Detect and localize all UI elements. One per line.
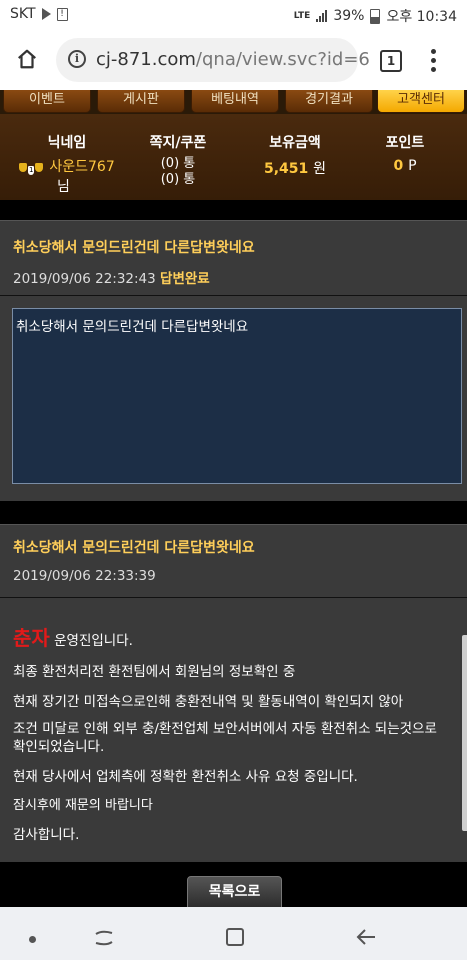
carrier-label: SKT xyxy=(10,6,36,22)
status-bar: SKT ! LTE 39% 오후 10:34 xyxy=(0,0,467,30)
battery-percent: 39% xyxy=(333,8,365,24)
points-label: 포인트 xyxy=(385,135,425,151)
message-label: 쪽지/쿠폰 xyxy=(149,135,207,151)
recent-apps-icon[interactable] xyxy=(92,927,116,949)
assistant-dot-icon[interactable] xyxy=(29,936,36,943)
system-nav-bar xyxy=(0,907,467,960)
balance-unit: 원 xyxy=(313,161,327,177)
spacer xyxy=(0,200,467,220)
brand-name: 춘자 xyxy=(13,626,50,650)
answer-title: 취소당해서 문의드린건데 다른답변왓네요 xyxy=(13,540,255,556)
nav-event[interactable]: 이벤트 xyxy=(3,90,91,113)
network-type: LTE xyxy=(293,10,311,21)
home-icon[interactable] xyxy=(16,48,38,70)
question-date: 2019/09/06 22:32:43 xyxy=(13,271,156,287)
answer-warning: 잠시후에 재문의 바랍니다 xyxy=(13,798,153,813)
nav-board[interactable]: 게시판 xyxy=(97,90,185,113)
message-count[interactable]: (0) 통 xyxy=(128,156,228,172)
account-panel: 닉네임 1 사운드767 님 쪽지/쿠폰 (0) 통 (0) 통 보유금액 5,… xyxy=(0,114,467,200)
address-bar[interactable]: i cj-871.com/qna/view.svc?id=6 xyxy=(56,38,370,82)
list-button-area: 목록으로 xyxy=(0,862,467,910)
back-nav-icon[interactable] xyxy=(355,926,377,948)
site-info-icon[interactable]: i xyxy=(68,50,86,68)
answer-date: 2019/09/06 22:33:39 xyxy=(13,568,156,584)
answer-line: 현재 장기간 미접속으로인해 충환전내역 및 활동내역이 확인되지 않아 xyxy=(13,694,404,710)
balance-col: 보유금액 5,451 원 xyxy=(245,132,345,178)
back-to-list-button[interactable]: 목록으로 xyxy=(187,876,282,910)
answer-status-badge: 답변완료 xyxy=(160,271,210,287)
signal-icon xyxy=(316,10,328,22)
question-body: 취소당해서 문의드린건데 다른답변왓네요 xyxy=(12,308,462,484)
answer-line: 조건 미달로 인해 외부 충/환전업체 보안서버에서 자동 환전취소 되는것으로… xyxy=(13,721,437,755)
answer-intro: 춘자 운영진입니다. xyxy=(13,626,133,650)
url-text[interactable]: cj-871.com/qna/view.svc?id=6 xyxy=(96,49,370,70)
nav-results[interactable]: 경기결과 xyxy=(285,90,373,113)
tab-switcher-button[interactable]: 1 xyxy=(380,50,402,72)
answer-line: 현재 당사에서 업체측에 정확한 환전취소 사유 요청 중입니다. xyxy=(13,769,358,785)
points-unit: P xyxy=(408,158,417,174)
answer-line: 최종 환전처리전 환전팀에서 회원님의 정보확인 중 xyxy=(13,664,296,680)
coupon-count[interactable]: (0) 통 xyxy=(128,172,228,188)
answer-closing: 감사합니다. xyxy=(13,827,80,843)
nickname-col: 닉네임 1 사운드767 님 xyxy=(12,132,122,196)
nav-bet-history[interactable]: 베팅내역 xyxy=(191,90,279,113)
nickname-value: 사운드767 xyxy=(49,159,115,175)
browser-toolbar: i cj-871.com/qna/view.svc?id=6 1 xyxy=(0,30,467,91)
question-title: 취소당해서 문의드린건데 다른답변왓네요 xyxy=(13,240,255,256)
nav-customer-center[interactable]: 고객센터 xyxy=(377,90,465,113)
site-nav: 이벤트 게시판 베팅내역 경기결과 고객센터 xyxy=(0,90,467,114)
points-value: 0 xyxy=(393,158,404,174)
play-store-icon xyxy=(41,8,51,20)
notification-icon: ! xyxy=(56,7,68,21)
balance-label: 보유금액 xyxy=(269,135,321,151)
divider xyxy=(0,295,467,296)
home-nav-icon[interactable] xyxy=(224,926,246,948)
more-menu-icon[interactable] xyxy=(431,49,437,73)
level-icon: 1 xyxy=(19,156,44,175)
message-col: 쪽지/쿠폰 (0) 통 (0) 통 xyxy=(128,132,228,188)
balance-value: 5,451 xyxy=(263,161,309,177)
clock: 오후 10:34 xyxy=(386,9,457,25)
nickname-suffix: 님 xyxy=(57,179,70,195)
nickname-label: 닉네임 xyxy=(47,135,87,151)
battery-icon xyxy=(370,8,381,24)
points-col: 포인트 0 P xyxy=(360,132,450,174)
question-meta: 2019/09/06 22:32:43 답변완료 xyxy=(13,267,210,287)
divider xyxy=(0,597,467,598)
scrollbar[interactable] xyxy=(462,635,467,831)
